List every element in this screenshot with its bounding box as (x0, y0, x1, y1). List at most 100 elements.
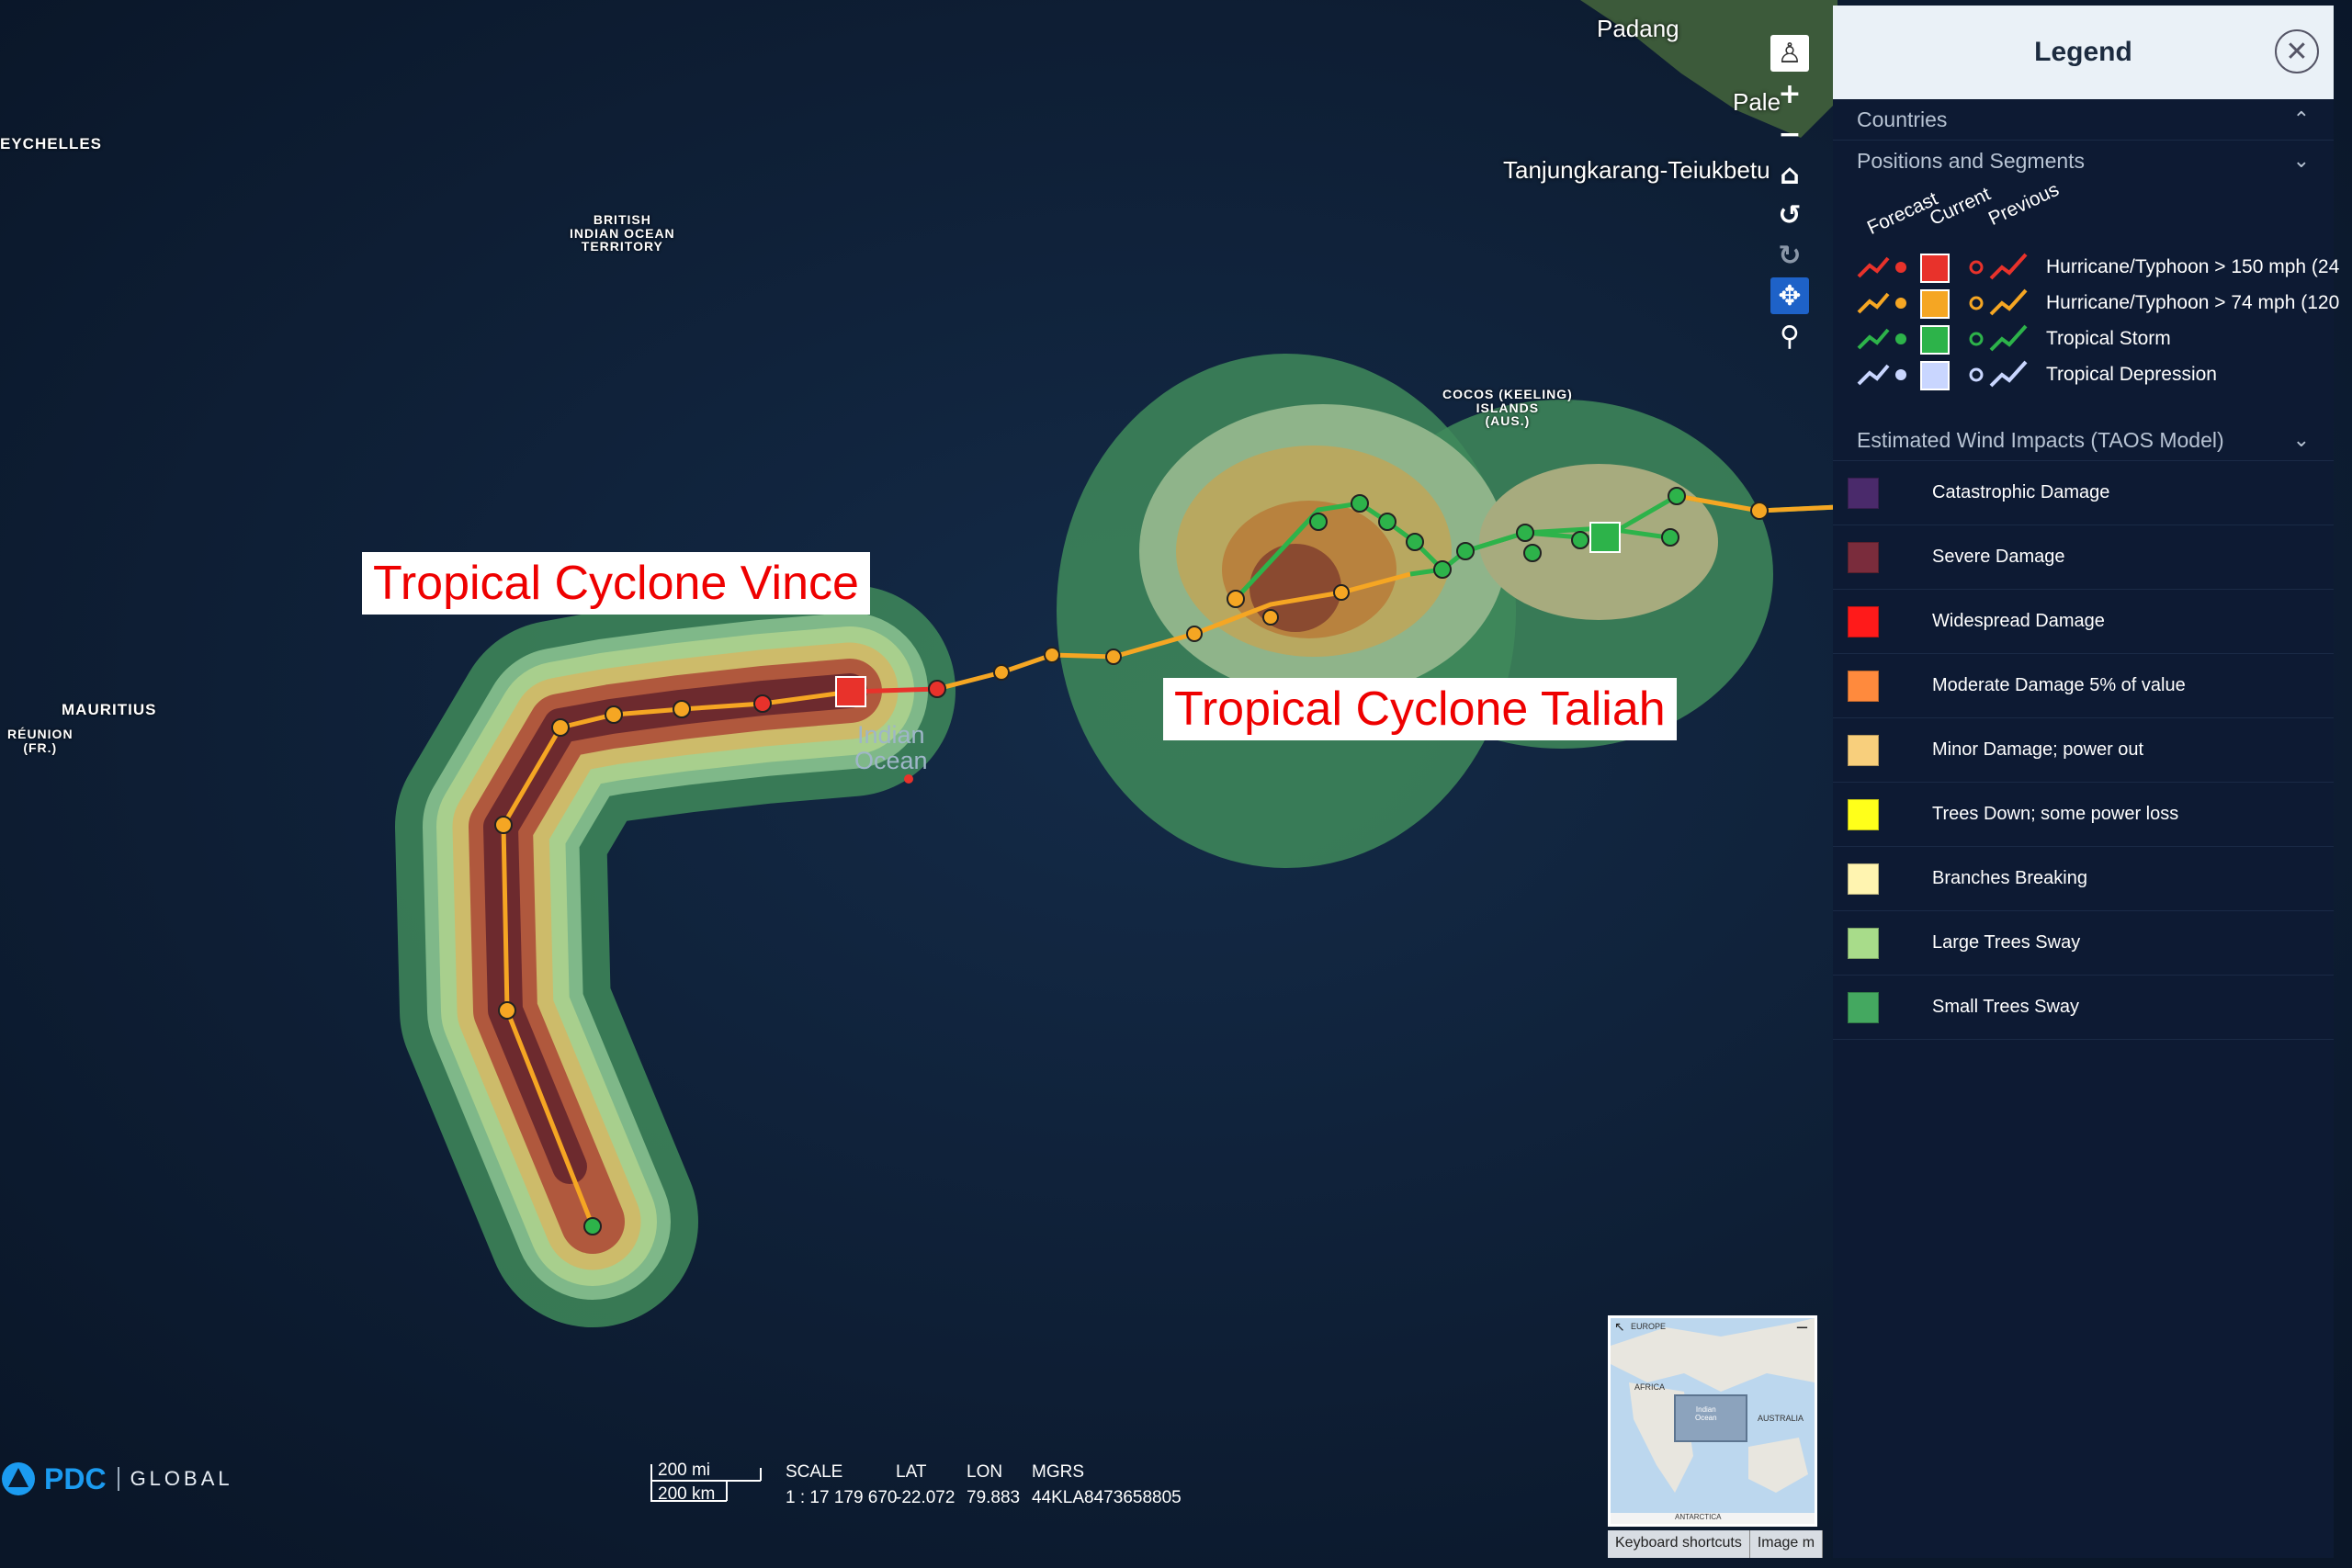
place-reunion: RÉUNION (FR.) (7, 727, 74, 755)
pdc-logo-global: GLOBAL (117, 1467, 233, 1491)
zoom-in-icon[interactable]: + (1770, 75, 1809, 112)
place-tanjungkarang: Tanjungkarang-Teiukbetu (1503, 156, 1770, 184)
minimap-australia: AUSTRALIA (1758, 1414, 1804, 1423)
section-wind-impacts[interactable]: Estimated Wind Impacts (TAOS Model) ⌄ (1833, 420, 2334, 461)
pdc-logo-icon (2, 1462, 35, 1495)
section-positions[interactable]: Positions and Segments ⌄ (1833, 141, 2334, 181)
overview-minimap[interactable]: EUROPE AFRICA AUSTRALIA Indian Ocean ANT… (1608, 1315, 1817, 1527)
wind-impact-row: Large Trees Sway (1833, 911, 2334, 976)
cyclone-label-taliah[interactable]: Tropical Cyclone Taliah (1163, 678, 1677, 740)
zoom-out-icon[interactable]: − (1770, 116, 1809, 152)
chevron-down-icon[interactable]: ⌄ (2293, 429, 2310, 452)
map-view[interactable]: EYCHELLES BRITISH INDIAN OCEAN TERRITORY… (0, 0, 2352, 1568)
column-previous: Previous (1984, 178, 2063, 231)
imagery-link[interactable]: Image m (1749, 1530, 1824, 1558)
place-mauritius: MAURITIUS (62, 701, 157, 718)
rotate-left-icon[interactable]: ↺ (1770, 197, 1809, 233)
position-label: Hurricane/Typhoon > 150 mph (24 (2046, 256, 2340, 277)
taliah-current-position (1589, 522, 1621, 553)
position-row: Hurricane/Typhoon > 74 mph (120 (1855, 287, 2339, 320)
chevron-down-icon[interactable]: ⌄ (2293, 150, 2310, 173)
home-icon[interactable]: ⌂ (1770, 156, 1809, 193)
map-center-marker (904, 774, 913, 784)
mgrs-value: 44KLA8473658805 (1032, 1488, 1182, 1507)
wind-impact-label: Widespread Damage (1932, 611, 2105, 631)
cyclone-label-vince[interactable]: Tropical Cyclone Vince (362, 552, 870, 615)
wind-impact-row: Severe Damage (1833, 525, 2334, 590)
vince-current-position (835, 676, 866, 707)
section-countries[interactable]: Countries ⌃ (1833, 99, 2334, 141)
color-swatch (1848, 477, 1879, 509)
lon-value: 79.883 (967, 1488, 1021, 1507)
minimap-europe: EUROPE (1631, 1322, 1667, 1331)
close-icon[interactable]: ✕ (2275, 29, 2319, 73)
position-row: Hurricane/Typhoon > 150 mph (24 (1855, 251, 2339, 284)
position-symbols (1857, 288, 2028, 319)
zoom-box-icon[interactable]: ⚲ (1770, 318, 1809, 355)
pdc-logo-text: PDC (44, 1461, 107, 1495)
section-wind-label: Estimated Wind Impacts (TAOS Model) (1857, 427, 2224, 452)
place-cocos: COCOS (KEELING) ISLANDS (AUS.) (1442, 387, 1573, 429)
color-swatch (1848, 734, 1879, 766)
mgrs-label: MGRS (1032, 1462, 1084, 1482)
legend-header: Legend ✕ (1833, 6, 2334, 99)
section-positions-label: Positions and Segments (1857, 148, 2086, 173)
position-label: Tropical Depression (2046, 364, 2217, 385)
position-label: Tropical Storm (2046, 328, 2171, 349)
minimap-expand-icon[interactable]: ↖ (1614, 1320, 1625, 1335)
wind-impact-label: Branches Breaking (1932, 868, 2087, 888)
color-swatch (1848, 670, 1879, 702)
color-swatch (1848, 605, 1879, 637)
scale-mi: 200 mi (658, 1461, 711, 1480)
pdc-logo: PDC GLOBAL (0, 1461, 233, 1497)
position-label: Hurricane/Typhoon > 74 mph (120 (2046, 292, 2340, 313)
legend-title: Legend (2034, 37, 2132, 67)
rotate-right-icon[interactable]: ↻ (1770, 237, 1809, 274)
column-current: Current (1926, 183, 1995, 231)
wind-impact-row: Small Trees Sway (1833, 976, 2334, 1040)
wind-impact-list: Catastrophic Damage Severe Damage Widesp… (1833, 461, 2334, 1040)
wind-impact-label: Minor Damage; power out (1932, 739, 2144, 760)
scale-label: SCALE (786, 1462, 843, 1482)
minimap-ocean: Indian Ocean (1695, 1405, 1717, 1422)
color-swatch (1848, 863, 1879, 895)
place-padang: Padang (1597, 15, 1679, 42)
place-indian-ocean: Indian Ocean (854, 721, 928, 775)
wind-impact-row: Moderate Damage 5% of value (1833, 654, 2334, 718)
wind-impact-row: Branches Breaking (1833, 847, 2334, 911)
wind-impact-label: Severe Damage (1932, 547, 2065, 567)
minimap-antarctica: ANTARCTICA (1675, 1513, 1722, 1521)
keyboard-shortcuts-link[interactable]: Keyboard shortcuts (1608, 1530, 1750, 1558)
section-countries-label: Countries (1857, 107, 1948, 131)
place-biot: BRITISH INDIAN OCEAN TERRITORY (570, 212, 675, 254)
attribution-bar: Keyboard shortcuts Image m (1608, 1530, 1824, 1558)
wind-impact-label: Catastrophic Damage (1932, 482, 2110, 502)
person-icon[interactable]: ♙ (1770, 35, 1809, 72)
position-row: Tropical Storm (1855, 322, 2171, 355)
position-symbols (1857, 253, 2028, 283)
scale-value: 1 : 17 179 670 (786, 1488, 898, 1507)
map-toolbar: ♙ + − ⌂ ↺ ↻ ✥ ⚲ (1770, 35, 1809, 358)
wind-impact-row: Widespread Damage (1833, 590, 2334, 654)
wind-impact-label: Trees Down; some power loss (1932, 804, 2179, 824)
wind-impact-label: Moderate Damage 5% of value (1932, 675, 2186, 695)
minimap-collapse-icon[interactable]: − (1795, 1318, 1809, 1337)
color-swatch (1848, 927, 1879, 959)
color-swatch (1848, 798, 1879, 830)
lat-value: -22.072 (896, 1488, 956, 1507)
lat-label: LAT (896, 1462, 927, 1482)
color-swatch (1848, 991, 1879, 1023)
wind-impact-row: Trees Down; some power loss (1833, 783, 2334, 847)
chevron-up-icon[interactable]: ⌃ (2293, 108, 2310, 131)
color-swatch (1848, 541, 1879, 573)
legend-panel: Legend ✕ Countries ⌃ Positions and Segme… (1833, 6, 2339, 1558)
wind-impact-label: Large Trees Sway (1932, 932, 2081, 953)
pan-icon[interactable]: ✥ (1770, 277, 1809, 314)
scale-km: 200 km (658, 1484, 716, 1504)
wind-impact-label: Small Trees Sway (1932, 997, 2080, 1017)
position-symbols (1857, 360, 2028, 390)
lon-label: LON (967, 1462, 1003, 1482)
place-seychelles: EYCHELLES (0, 135, 103, 152)
position-row: Tropical Depression (1855, 358, 2217, 391)
wind-impact-row: Catastrophic Damage (1833, 461, 2334, 525)
